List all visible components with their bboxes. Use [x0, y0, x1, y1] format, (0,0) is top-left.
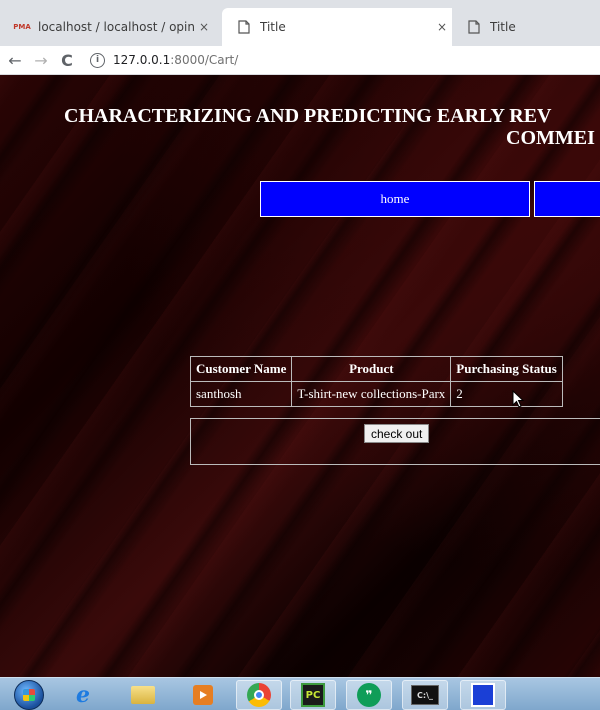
mouse-cursor-icon	[512, 390, 525, 408]
pycharm-button[interactable]: PC	[290, 680, 336, 710]
tab-title: localhost / localhost / opinionmi	[38, 20, 194, 34]
page-title-line1: CHARACTERIZING AND PREDICTING EARLY REV	[64, 105, 552, 127]
browser-toolbar: ← → C i 127.0.0.1 :8000/Cart/	[0, 46, 600, 75]
page-title: CHARACTERIZING AND PREDICTING EARLY REV …	[64, 105, 600, 149]
close-icon[interactable]: ×	[432, 20, 452, 34]
phpmyadmin-icon: PMA	[13, 22, 31, 31]
address-bar[interactable]: i 127.0.0.1 :8000/Cart/	[90, 52, 239, 68]
hangouts-button[interactable]: ❞	[346, 680, 392, 710]
table-header-row: Customer Name Product Purchasing Status	[189, 356, 563, 382]
checkout-button[interactable]: check out	[364, 424, 430, 443]
column-header: Customer Name	[189, 356, 293, 382]
table-row: santhosh T-shirt-new collections-Parx 2	[189, 381, 563, 407]
url-host: 127.0.0.1	[113, 53, 171, 67]
cart-table: Customer Name Product Purchasing Status …	[189, 356, 563, 407]
folder-icon	[131, 686, 155, 704]
browser-tab-bar: PMA localhost / localhost / opinionmi × …	[0, 0, 600, 46]
start-button[interactable]	[6, 680, 52, 710]
tab-title: Title	[490, 20, 516, 34]
info-icon[interactable]: i	[90, 52, 105, 68]
windows-orb-icon	[14, 680, 44, 710]
chrome-button[interactable]	[236, 680, 282, 710]
file-explorer-button[interactable]	[120, 680, 166, 710]
command-prompt-icon: C:\_	[411, 685, 439, 705]
tab-phpmyadmin[interactable]: PMA localhost / localhost / opinionmi ×	[0, 8, 222, 46]
column-header: Purchasing Status	[450, 356, 563, 382]
app-icon	[471, 683, 495, 707]
cell-product: T-shirt-new collections-Parx	[291, 381, 452, 407]
pycharm-icon: PC	[301, 683, 325, 707]
app-button[interactable]	[460, 680, 506, 710]
tab-title-inactive[interactable]: Title	[452, 8, 600, 46]
chrome-icon	[247, 683, 271, 707]
page-content: CHARACTERIZING AND PREDICTING EARLY REV …	[0, 75, 600, 677]
back-arrow-icon[interactable]: ←	[4, 49, 26, 71]
nav-next-link[interactable]	[534, 181, 600, 217]
cell-customer-name: santhosh	[189, 381, 293, 407]
document-icon	[236, 19, 252, 35]
cell-purchasing-status: 2	[450, 381, 563, 407]
media-player-icon	[193, 685, 213, 705]
media-player-button[interactable]	[180, 680, 226, 710]
internet-explorer-button[interactable]: e	[60, 680, 106, 710]
hangouts-icon: ❞	[357, 683, 381, 707]
tab-title: Title	[260, 20, 286, 34]
url-path: :8000/Cart/	[170, 53, 239, 67]
column-header: Product	[291, 356, 452, 382]
nav-home-link[interactable]: home	[260, 181, 530, 217]
internet-explorer-icon: e	[76, 682, 90, 708]
close-icon[interactable]: ×	[194, 20, 214, 34]
reload-icon[interactable]: C	[56, 49, 78, 71]
document-icon	[466, 19, 482, 35]
forward-arrow-icon[interactable]: →	[30, 49, 52, 71]
page-title-line2: COMMEI	[506, 127, 595, 149]
windows-taskbar: e PC ❞ C:\_	[0, 677, 600, 710]
command-prompt-button[interactable]: C:\_	[402, 680, 448, 710]
tab-title-active[interactable]: Title ×	[222, 8, 460, 46]
checkout-container: check out	[190, 418, 600, 465]
